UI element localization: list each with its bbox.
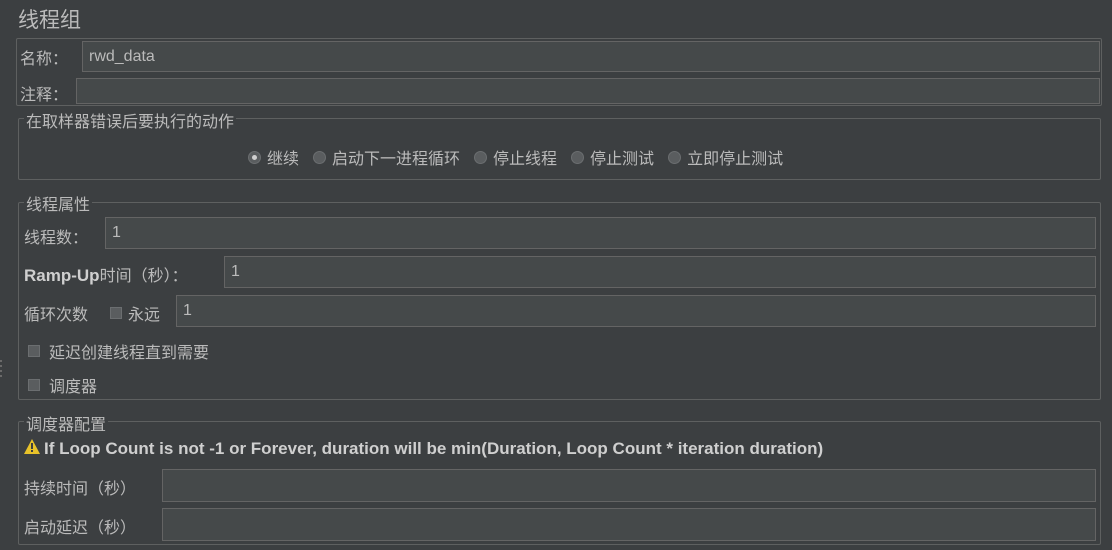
scheduler-label: 调度器 — [49, 377, 98, 396]
rampup-label-rest: 时间（秒）： — [99, 266, 188, 285]
scheduler-config-legend: 调度器配置 — [24, 411, 109, 435]
radio-stop-thread[interactable]: 停止线程 — [474, 145, 557, 169]
error-action-options: 继续 启动下一进程循环 停止线程 停止测试 立即停止测试 — [248, 145, 797, 169]
name-label: 名称： — [20, 49, 69, 68]
warning-text: If Loop Count is not -1 or Forever, dura… — [44, 439, 824, 458]
thread-properties-legend: 线程属性 — [24, 191, 93, 215]
radio-button-icon — [474, 150, 488, 164]
delay-thread-creation-row[interactable]: 延迟创建线程直到需要 — [28, 339, 209, 363]
page-title: 线程组 — [18, 8, 81, 32]
comment-label: 注释： — [20, 85, 69, 104]
radio-stop-test-now-label: 立即停止测试 — [687, 149, 784, 168]
warning-icon — [24, 439, 40, 459]
forever-checkbox[interactable] — [110, 307, 122, 319]
scheduler-checkbox[interactable] — [28, 379, 40, 391]
radio-continue[interactable]: 继续 — [248, 145, 299, 169]
loop-count-warning: If Loop Count is not -1 or Forever, dura… — [24, 439, 823, 459]
duration-input[interactable] — [162, 469, 1096, 502]
radio-stop-test[interactable]: 停止测试 — [571, 145, 654, 169]
radio-button-icon — [571, 150, 585, 164]
radio-stop-thread-label: 停止线程 — [493, 149, 558, 168]
rampup-label: Ramp-Up时间（秒）： — [24, 262, 188, 286]
rampup-input[interactable]: 1 — [224, 256, 1096, 288]
radio-continue-label: 继续 — [267, 149, 300, 168]
threads-input[interactable]: 1 — [105, 217, 1096, 249]
delay-thread-creation-checkbox[interactable] — [28, 345, 40, 357]
forever-checkbox-row[interactable]: 永远 — [110, 301, 160, 325]
comment-input[interactable] — [76, 78, 1100, 104]
duration-label: 持续时间（秒） — [24, 479, 137, 498]
startup-delay-label: 启动延迟（秒） — [24, 518, 137, 537]
radio-button-icon — [248, 150, 261, 164]
radio-button-icon — [313, 150, 327, 164]
name-input[interactable]: rwd_data — [82, 41, 1100, 72]
startup-delay-input[interactable] — [162, 508, 1096, 541]
loop-label: 循环次数 — [24, 305, 89, 324]
threads-label: 线程数： — [24, 228, 89, 247]
forever-label: 永远 — [128, 305, 161, 324]
radio-stop-test-label: 停止测试 — [590, 149, 655, 168]
delay-thread-creation-label: 延迟创建线程直到需要 — [49, 343, 210, 362]
error-action-legend: 在取样器错误后要执行的动作 — [24, 108, 237, 132]
resize-grip[interactable] — [0, 360, 3, 380]
rampup-label-bold: Ramp-Up — [24, 266, 100, 285]
radio-start-next-loop[interactable]: 启动下一进程循环 — [313, 145, 460, 169]
radio-button-icon — [668, 150, 682, 164]
radio-stop-test-now[interactable]: 立即停止测试 — [668, 145, 783, 169]
radio-start-next-loop-label: 启动下一进程循环 — [332, 149, 461, 168]
loop-count-input[interactable]: 1 — [176, 295, 1096, 327]
scheduler-row[interactable]: 调度器 — [28, 373, 97, 397]
